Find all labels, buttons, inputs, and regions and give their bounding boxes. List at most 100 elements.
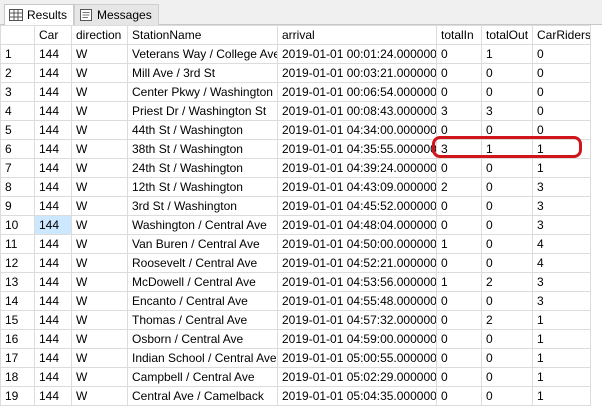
row-number[interactable]: 9 xyxy=(0,196,35,216)
total-in-cell[interactable]: 0 xyxy=(436,120,482,140)
car-riders-cell[interactable]: 3 xyxy=(532,291,591,311)
total-out-cell[interactable]: 2 xyxy=(481,310,533,330)
total-out-cell[interactable]: 0 xyxy=(481,367,533,387)
total-in-cell[interactable]: 0 xyxy=(436,44,482,64)
car-riders-cell[interactable]: 0 xyxy=(532,63,591,83)
total-out-cell[interactable]: 0 xyxy=(481,158,533,178)
car-riders-cell[interactable]: 0 xyxy=(532,120,591,140)
arrival-cell[interactable]: 2019-01-01 04:35:55.0000000 xyxy=(277,139,437,159)
total-in-cell[interactable]: 3 xyxy=(436,139,482,159)
car-cell[interactable]: 144 xyxy=(34,44,72,64)
total-out-cell[interactable]: 1 xyxy=(481,139,533,159)
total-in-cell[interactable]: 0 xyxy=(436,291,482,311)
station-name-cell[interactable]: Osborn / Central Ave xyxy=(127,329,278,349)
column-header-carriders[interactable]: CarRiders xyxy=(532,25,591,45)
total-in-cell[interactable]: 0 xyxy=(436,215,482,235)
arrival-cell[interactable]: 2019-01-01 00:06:54.0000000 xyxy=(277,82,437,102)
car-cell[interactable]: 144 xyxy=(34,101,72,121)
row-number[interactable]: 12 xyxy=(0,253,35,273)
station-name-cell[interactable]: 24th St / Washington xyxy=(127,158,278,178)
total-out-cell[interactable]: 0 xyxy=(481,291,533,311)
car-cell[interactable]: 144 xyxy=(34,272,72,292)
station-name-cell[interactable]: Veterans Way / College Ave xyxy=(127,44,278,64)
car-cell[interactable]: 144 xyxy=(34,348,72,368)
car-cell[interactable]: 144 xyxy=(34,234,72,254)
direction-cell[interactable]: W xyxy=(71,310,128,330)
table-row[interactable]: 16 144 W Osborn / Central Ave 2019-01-01 04:… xyxy=(0,329,591,349)
arrival-cell[interactable]: 2019-01-01 05:00:55.0000000 xyxy=(277,348,437,368)
car-cell[interactable]: 144 xyxy=(34,196,72,216)
arrival-cell[interactable]: 2019-01-01 00:01:24.0000000 xyxy=(277,44,437,64)
table-row[interactable]: 14 144 W Encanto / Central Ave 2019-01-01 04… xyxy=(0,291,591,311)
direction-cell[interactable]: W xyxy=(71,329,128,349)
total-in-cell[interactable]: 0 xyxy=(436,253,482,273)
car-riders-cell[interactable]: 3 xyxy=(532,177,591,197)
table-row[interactable]: 2 144 W Mill Ave / 3rd St 2019-01-01 00:03:2… xyxy=(0,63,591,83)
car-riders-cell[interactable]: 1 xyxy=(532,386,591,406)
row-number[interactable]: 13 xyxy=(0,272,35,292)
car-cell[interactable]: 144 xyxy=(34,158,72,178)
arrival-cell[interactable]: 2019-01-01 04:59:00.0000000 xyxy=(277,329,437,349)
car-riders-cell[interactable]: 1 xyxy=(532,158,591,178)
station-name-cell[interactable]: Central Ave / Camelback xyxy=(127,386,278,406)
row-number[interactable]: 11 xyxy=(0,234,35,254)
station-name-cell[interactable]: Center Pkwy / Washington xyxy=(127,82,278,102)
station-name-cell[interactable]: Van Buren / Central Ave xyxy=(127,234,278,254)
row-number[interactable]: 7 xyxy=(0,158,35,178)
total-out-cell[interactable]: 0 xyxy=(481,386,533,406)
total-in-cell[interactable]: 0 xyxy=(436,367,482,387)
row-number[interactable]: 17 xyxy=(0,348,35,368)
row-number[interactable]: 8 xyxy=(0,177,35,197)
station-name-cell[interactable]: 3rd St / Washington xyxy=(127,196,278,216)
direction-cell[interactable]: W xyxy=(71,215,128,235)
car-cell[interactable]: 144 xyxy=(34,82,72,102)
tab-results[interactable]: Results xyxy=(4,4,75,26)
total-out-cell[interactable]: 2 xyxy=(481,272,533,292)
row-number[interactable]: 1 xyxy=(0,44,35,64)
total-out-cell[interactable]: 0 xyxy=(481,348,533,368)
arrival-cell[interactable]: 2019-01-01 04:43:09.0000000 xyxy=(277,177,437,197)
row-number[interactable]: 2 xyxy=(0,63,35,83)
direction-cell[interactable]: W xyxy=(71,386,128,406)
station-name-cell[interactable]: Mill Ave / 3rd St xyxy=(127,63,278,83)
row-number[interactable]: 5 xyxy=(0,120,35,140)
row-number[interactable]: 4 xyxy=(0,101,35,121)
tab-messages[interactable]: Messages xyxy=(74,4,159,25)
car-riders-cell[interactable]: 4 xyxy=(532,253,591,273)
station-name-cell[interactable]: Campbell / Central Ave xyxy=(127,367,278,387)
arrival-cell[interactable]: 2019-01-01 04:45:52.0000000 xyxy=(277,196,437,216)
direction-cell[interactable]: W xyxy=(71,253,128,273)
row-number[interactable]: 14 xyxy=(0,291,35,311)
station-name-cell[interactable]: Priest Dr / Washington St xyxy=(127,101,278,121)
column-header-totalout[interactable]: totalOut xyxy=(481,25,533,45)
row-number[interactable]: 16 xyxy=(0,329,35,349)
car-riders-cell[interactable]: 1 xyxy=(532,348,591,368)
car-riders-cell[interactable]: 4 xyxy=(532,234,591,254)
column-header-direction[interactable]: direction xyxy=(71,25,128,45)
direction-cell[interactable]: W xyxy=(71,120,128,140)
total-in-cell[interactable]: 0 xyxy=(436,63,482,83)
total-in-cell[interactable]: 3 xyxy=(436,101,482,121)
car-riders-cell[interactable]: 0 xyxy=(532,44,591,64)
total-out-cell[interactable]: 0 xyxy=(481,120,533,140)
total-out-cell[interactable]: 0 xyxy=(481,177,533,197)
car-cell[interactable]: 144 xyxy=(34,215,72,235)
table-row[interactable]: 8 144 W 12th St / Washington 2019-01-01 04:4… xyxy=(0,177,591,197)
arrival-cell[interactable]: 2019-01-01 04:48:04.0000000 xyxy=(277,215,437,235)
station-name-cell[interactable]: 12th St / Washington xyxy=(127,177,278,197)
direction-cell[interactable]: W xyxy=(71,367,128,387)
station-name-cell[interactable]: Roosevelt / Central Ave xyxy=(127,253,278,273)
table-row[interactable]: 19 144 W Central Ave / Camelback 2019-01-01 … xyxy=(0,386,591,406)
row-number[interactable]: 6 xyxy=(0,139,35,159)
total-out-cell[interactable]: 0 xyxy=(481,329,533,349)
car-riders-cell[interactable]: 1 xyxy=(532,310,591,330)
row-number[interactable]: 19 xyxy=(0,386,35,406)
total-out-cell[interactable]: 0 xyxy=(481,63,533,83)
total-out-cell[interactable]: 3 xyxy=(481,101,533,121)
results-grid[interactable]: Car direction StationName arrival totalIn tot… xyxy=(0,25,602,412)
table-row[interactable]: 12 144 W Roosevelt / Central Ave 2019-01-01 … xyxy=(0,253,591,273)
rownum-header[interactable] xyxy=(0,25,35,45)
total-in-cell[interactable]: 0 xyxy=(436,310,482,330)
direction-cell[interactable]: W xyxy=(71,272,128,292)
arrival-cell[interactable]: 2019-01-01 04:39:24.0000000 xyxy=(277,158,437,178)
